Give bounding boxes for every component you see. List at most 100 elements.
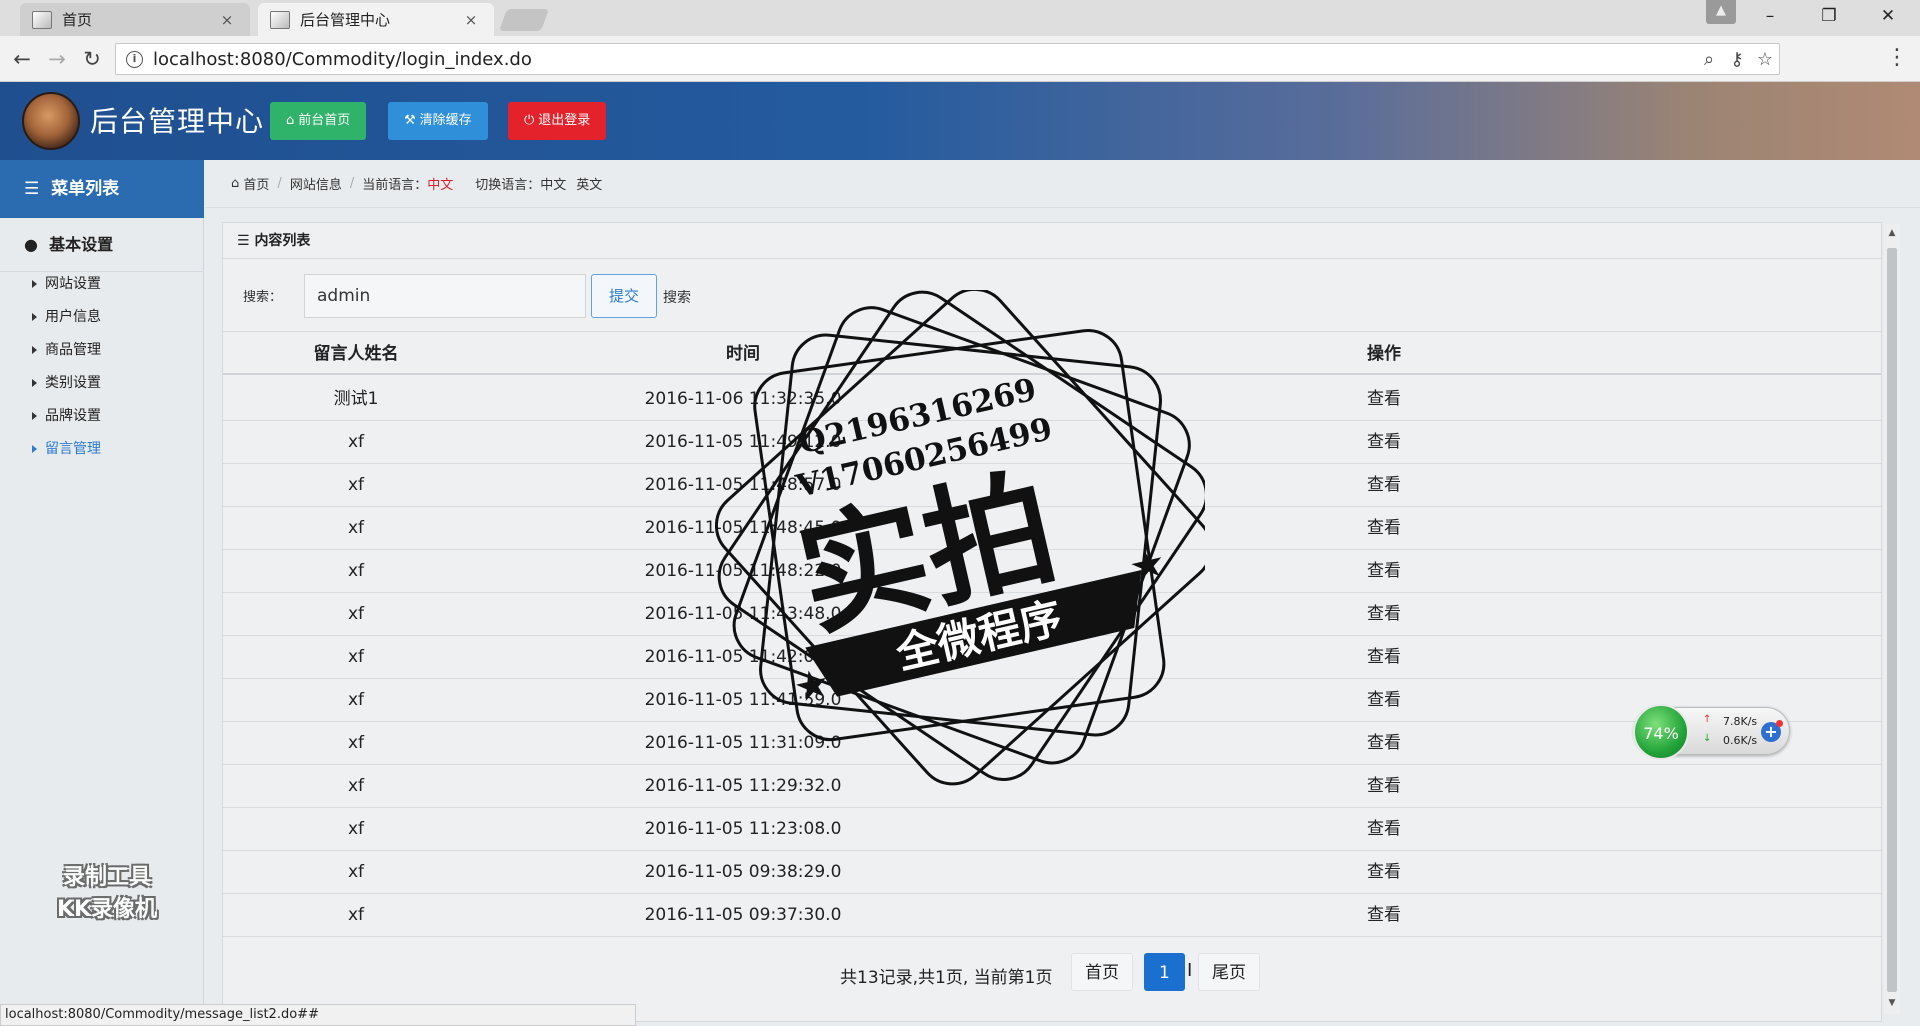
cell-time: 2016-11-05 11:48:22.0 bbox=[644, 561, 842, 581]
new-tab-button[interactable] bbox=[498, 9, 550, 31]
minimize-icon[interactable]: – bbox=[1746, 0, 1794, 32]
column-header-name: 留言人姓名 bbox=[313, 344, 399, 364]
cell-time: 2016-11-05 09:37:30.0 bbox=[644, 905, 842, 925]
caret-right-icon bbox=[32, 379, 37, 387]
view-link[interactable]: 查看 bbox=[1344, 722, 1424, 764]
profile-icon[interactable]: ▲ bbox=[1706, 0, 1736, 24]
bookmark-star-icon[interactable]: ☆ bbox=[1751, 49, 1779, 70]
sidebar-item-message-management[interactable]: 留言管理 bbox=[32, 438, 101, 458]
url-omnibox[interactable]: i localhost:8080/Commodity/login_index.d… bbox=[115, 43, 1780, 75]
sidebar-item-site-settings[interactable]: 网站设置 bbox=[32, 273, 101, 293]
browser-menu-icon[interactable]: ⋮ bbox=[1886, 46, 1908, 70]
home-page-button[interactable]: ⌂ 前台首页 bbox=[270, 102, 367, 140]
table-row: xf 2016-11-05 11:49:12.0 查看 bbox=[223, 421, 1881, 464]
content-panel: ☰ 内容列表 搜索： 提交 搜索 留言人姓名 时间 操作 测试1 2016-11-… bbox=[222, 222, 1882, 1022]
clear-cache-button[interactable]: ⚒ 清除缓存 bbox=[388, 102, 488, 140]
user-icon: ● bbox=[24, 235, 38, 254]
network-monitor-widget[interactable]: 74% ↑ 7.8K/s ↓ 0.6K/s + bbox=[1633, 704, 1790, 760]
search-link[interactable]: 搜索 bbox=[663, 287, 691, 307]
close-icon[interactable]: × bbox=[462, 11, 480, 29]
view-link[interactable]: 查看 bbox=[1344, 808, 1424, 850]
cell-time: 2016-11-05 11:41:59.0 bbox=[644, 690, 842, 710]
wrench-icon: ⚒ bbox=[404, 113, 416, 128]
table-row: 测试1 2016-11-06 11:32:35.0 查看 bbox=[223, 378, 1881, 421]
cell-name: xf bbox=[347, 690, 365, 710]
pagination: 共13记录,共1页, 当前第1页 首页 1 尾页 bbox=[223, 951, 1881, 995]
view-link[interactable]: 查看 bbox=[1344, 507, 1424, 549]
caret-right-icon bbox=[32, 445, 37, 453]
sidebar-item-category-settings[interactable]: 类别设置 bbox=[32, 372, 101, 392]
table-header: 留言人姓名 时间 操作 bbox=[223, 333, 1881, 375]
close-icon[interactable]: × bbox=[218, 11, 236, 29]
switch-language-label: 切换语言： bbox=[475, 178, 541, 193]
view-link[interactable]: 查看 bbox=[1344, 421, 1424, 463]
page-scrollbar[interactable]: ▲ ▼ bbox=[1884, 224, 1900, 1014]
cell-name: xf bbox=[347, 819, 365, 839]
tab-title: 后台管理中心 bbox=[300, 11, 391, 29]
scroll-down-arrow-icon[interactable]: ▼ bbox=[1884, 998, 1900, 1008]
cell-time: 2016-11-05 11:49:12.0 bbox=[644, 432, 842, 452]
view-link[interactable]: 查看 bbox=[1344, 464, 1424, 506]
restore-icon[interactable]: ❐ bbox=[1805, 0, 1853, 32]
view-link[interactable]: 查看 bbox=[1344, 765, 1424, 807]
address-bar: ← → ↻ i localhost:8080/Commodity/login_i… bbox=[0, 36, 1920, 82]
language-chinese-link[interactable]: 中文 bbox=[540, 174, 566, 193]
key-icon[interactable]: ⚷ bbox=[1723, 49, 1751, 70]
scroll-thumb[interactable] bbox=[1887, 248, 1897, 992]
sidebar-group-basic-settings[interactable]: ● 基本设置 bbox=[0, 218, 204, 272]
table-row: xf 2016-11-05 11:48:57.0 查看 bbox=[223, 464, 1881, 507]
window-close-icon[interactable]: ✕ bbox=[1864, 0, 1912, 32]
recorder-watermark: 录制工具 KK录像机 bbox=[56, 865, 158, 922]
browser-tab-admin[interactable]: 后台管理中心 × bbox=[258, 3, 494, 36]
last-page-button[interactable]: 尾页 bbox=[1198, 953, 1260, 991]
pagination-info: 共13记录,共1页, 当前第1页 bbox=[840, 968, 1053, 988]
url-text[interactable]: localhost:8080/Commodity/login_index.do bbox=[153, 49, 1695, 70]
cell-time: 2016-11-05 11:31:09.0 bbox=[644, 733, 842, 753]
breadcrumb-home[interactable]: 首页 bbox=[243, 174, 269, 193]
view-link[interactable]: 查看 bbox=[1344, 593, 1424, 635]
site-info-icon[interactable]: i bbox=[126, 50, 143, 68]
page-favicon-icon bbox=[270, 10, 290, 29]
breadcrumb-site-info[interactable]: 网站信息 bbox=[290, 174, 342, 193]
view-link[interactable]: 查看 bbox=[1344, 894, 1424, 936]
cell-name: xf bbox=[347, 733, 365, 753]
sidebar: ☰ 菜单列表 ● 基本设置 网站设置 用户信息 商品管理 类别设置 品牌设置 留… bbox=[0, 160, 204, 1026]
view-link[interactable]: 查看 bbox=[1344, 636, 1424, 678]
page-1-button[interactable]: 1 bbox=[1144, 953, 1185, 991]
cell-name: xf bbox=[347, 647, 365, 667]
home-icon: ⌂ bbox=[286, 113, 295, 128]
view-link[interactable]: 查看 bbox=[1344, 679, 1424, 721]
first-page-button[interactable]: 首页 bbox=[1071, 953, 1133, 991]
search-input[interactable] bbox=[304, 274, 586, 318]
upload-speed: 7.8K/s bbox=[1723, 715, 1758, 728]
submit-button[interactable]: 提交 bbox=[591, 274, 657, 318]
network-usage-gauge: 74% bbox=[1633, 704, 1689, 760]
language-english-link[interactable]: 英文 bbox=[576, 174, 602, 193]
view-link[interactable]: 查看 bbox=[1344, 378, 1424, 420]
view-link[interactable]: 查看 bbox=[1344, 550, 1424, 592]
table-row: xf 2016-11-05 11:23:08.0 查看 bbox=[223, 808, 1881, 851]
logout-button[interactable]: ⏻ 退出登录 bbox=[508, 102, 607, 140]
menu-list-title: ☰ 菜单列表 bbox=[0, 160, 204, 218]
back-arrow-icon[interactable]: ← bbox=[8, 45, 36, 73]
app-title: 后台管理中心 bbox=[90, 105, 265, 138]
cell-time: 2016-11-05 11:42:09.0 bbox=[644, 647, 842, 667]
caret-right-icon bbox=[32, 280, 37, 288]
reload-icon[interactable]: ↻ bbox=[78, 45, 106, 73]
sidebar-item-brand-settings[interactable]: 品牌设置 bbox=[32, 405, 101, 425]
sidebar-item-product-management[interactable]: 商品管理 bbox=[32, 339, 101, 359]
cell-time: 2016-11-05 09:38:29.0 bbox=[644, 862, 842, 882]
caret-right-icon bbox=[32, 346, 37, 354]
text-cursor-icon: I bbox=[1187, 960, 1193, 981]
notification-dot bbox=[1776, 720, 1783, 727]
cell-time: 2016-11-05 11:48:57.0 bbox=[644, 475, 842, 495]
zoom-icon[interactable]: ⌕ bbox=[1695, 49, 1723, 70]
forward-arrow-icon[interactable]: → bbox=[43, 45, 71, 73]
browser-tab-home[interactable]: 首页 × bbox=[20, 3, 250, 36]
view-link[interactable]: 查看 bbox=[1344, 851, 1424, 893]
table-row: xf 2016-11-05 11:41:59.0 查看 bbox=[223, 679, 1881, 722]
sidebar-item-user-info[interactable]: 用户信息 bbox=[32, 306, 101, 326]
scroll-up-arrow-icon[interactable]: ▲ bbox=[1884, 228, 1900, 238]
cell-time: 2016-11-05 11:29:32.0 bbox=[644, 776, 842, 796]
caret-right-icon bbox=[32, 412, 37, 420]
